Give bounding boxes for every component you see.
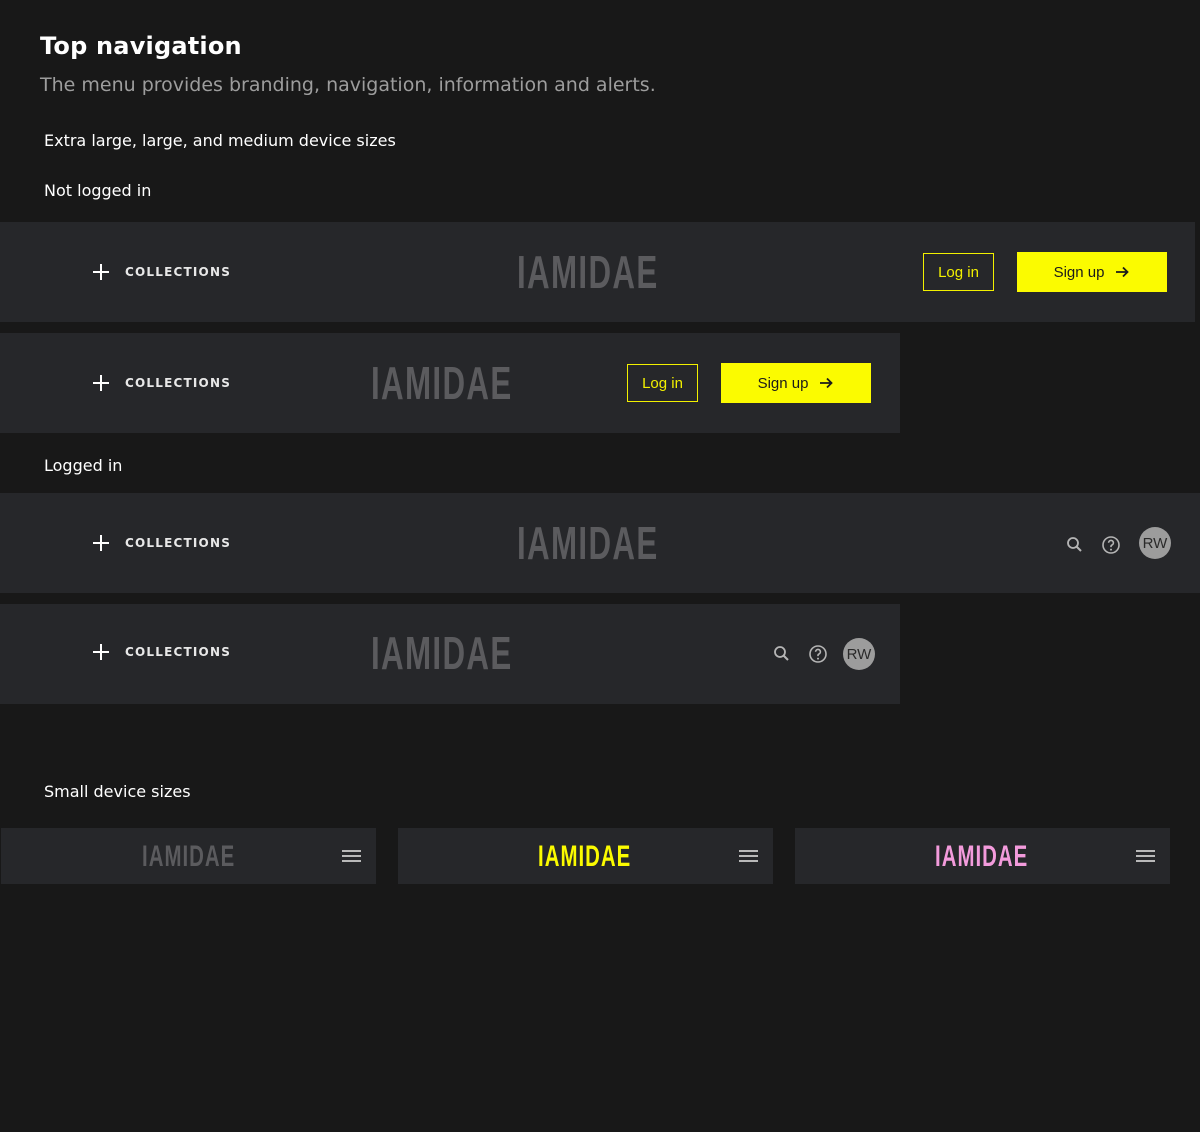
plus-icon [92,374,110,392]
avatar[interactable]: RW [1139,527,1171,559]
plus-icon [92,643,110,661]
collections-label: COLLECTIONS [125,376,232,390]
section-label-logged-in: Logged in [44,456,123,475]
navbar-logged-in-wide: COLLECTIONS IAMIDAE RW [0,493,1200,593]
collections-menu[interactable]: COLLECTIONS [92,638,231,666]
logo[interactable]: IAMIDAE [538,842,631,872]
login-button[interactable]: Log in [923,253,994,291]
logo[interactable]: IAMIDAE [935,842,1028,872]
search-icon[interactable] [772,644,792,664]
small-navbar-yellow: IAMIDAE [398,828,773,884]
plus-icon [92,534,110,552]
logo[interactable]: IAMIDAE [142,842,235,872]
logo[interactable]: IAMIDAE [517,249,659,295]
collections-label: COLLECTIONS [125,645,232,659]
hamburger-icon[interactable] [1136,850,1155,863]
signup-button[interactable]: Sign up [1017,252,1167,292]
signup-label: Sign up [1053,263,1105,281]
hamburger-icon[interactable] [739,850,758,863]
signup-button[interactable]: Sign up [721,363,871,403]
logo[interactable]: IAMIDAE [371,630,513,676]
small-navbar-grey: IAMIDAE [1,828,376,884]
search-icon[interactable] [1065,535,1085,555]
navbar-not-logged-in-medium: COLLECTIONS IAMIDAE Log in Sign up [0,333,900,433]
page: Top navigation The menu provides brandin… [0,0,1200,1132]
collections-menu[interactable]: COLLECTIONS [92,529,231,557]
navbar-not-logged-in-wide: COLLECTIONS IAMIDAE Log in Sign up [0,222,1195,322]
page-title: Top navigation [40,32,242,60]
section-label-large-devices: Extra large, large, and medium device si… [44,131,396,150]
help-icon[interactable] [1101,535,1121,555]
avatar[interactable]: RW [843,638,875,670]
logo[interactable]: IAMIDAE [371,360,513,406]
section-label-not-logged-in: Not logged in [44,181,152,200]
arrow-right-icon [1116,266,1130,278]
collections-menu[interactable]: COLLECTIONS [92,369,231,397]
hamburger-icon[interactable] [342,850,361,863]
plus-icon [92,263,110,281]
page-subtitle: The menu provides branding, navigation, … [40,74,656,96]
collections-label: COLLECTIONS [125,536,232,550]
logo[interactable]: IAMIDAE [517,520,659,566]
collections-menu[interactable]: COLLECTIONS [92,258,231,286]
arrow-right-icon [820,377,834,389]
navbar-logged-in-medium: COLLECTIONS IAMIDAE RW [0,604,900,704]
small-navbar-pink: IAMIDAE [795,828,1170,884]
login-button[interactable]: Log in [627,364,698,402]
signup-label: Sign up [757,374,809,392]
section-label-small-devices: Small device sizes [44,782,191,801]
help-icon[interactable] [808,644,828,664]
collections-label: COLLECTIONS [125,265,232,279]
